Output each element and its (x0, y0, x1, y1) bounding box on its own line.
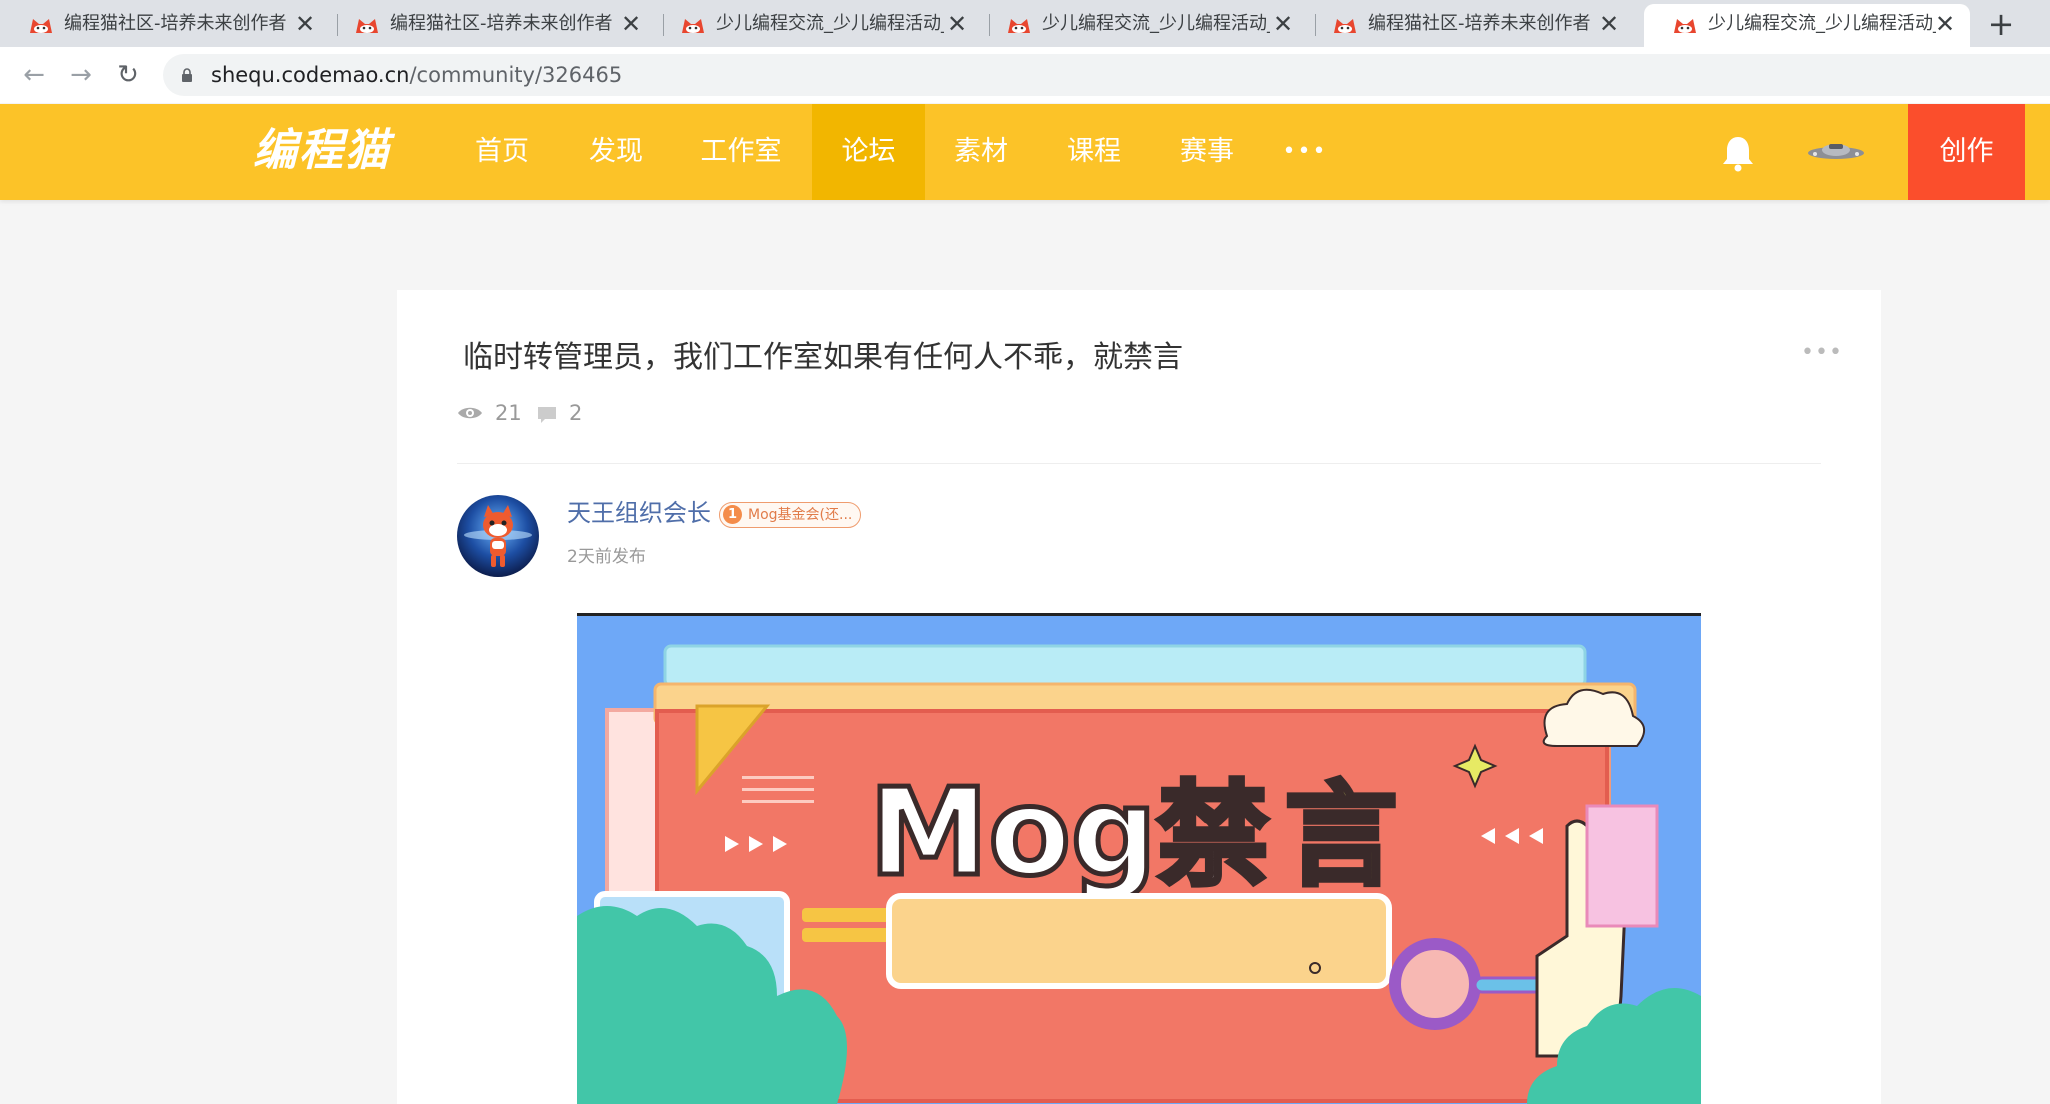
codemao-favicon-icon (682, 19, 704, 33)
lock-icon (182, 68, 192, 82)
new-tab-button[interactable]: + (1985, 4, 2017, 44)
tab-title: 编程猫社区-培养未来创作者 (64, 13, 287, 34)
fox-mascot-avatar (457, 495, 539, 577)
browser-tab[interactable]: 编程猫社区-培养未来创作者 ✕ (1304, 4, 1634, 47)
back-button[interactable]: ← (14, 55, 54, 95)
mog-mute-banner-image: Mog 禁 言 (577, 616, 1701, 1104)
forward-button[interactable]: → (61, 55, 101, 95)
browser-tab[interactable]: 编程猫社区-培养未来创作者 ✕ (0, 4, 330, 47)
codemao-favicon-icon (30, 19, 52, 33)
tab-close-icon[interactable]: ✕ (294, 4, 316, 44)
nav-item-studio[interactable]: 工作室 (686, 104, 796, 200)
banner-text-mute-1: 禁 (1157, 771, 1269, 901)
codemao-favicon-icon (1334, 19, 1356, 33)
eye-icon (458, 407, 482, 419)
nav-item-materials[interactable]: 素材 (937, 104, 1025, 200)
url-text: shequ.codemao.cn/community/326465 (211, 54, 622, 96)
tab-title: 少儿编程交流_少儿编程活动_ (716, 13, 944, 34)
browser-tab[interactable]: 编程猫社区-培养未来创作者 ✕ (326, 4, 656, 47)
nav-item-discover[interactable]: 发现 (572, 104, 660, 200)
nav-item-events[interactable]: 赛事 (1163, 104, 1251, 200)
browser-toolbar: ← → ↻ shequ.codemao.cn/community/326465 (0, 47, 2050, 103)
nav-item-home[interactable]: 首页 (458, 104, 546, 200)
banner-text-mog: Mog (869, 764, 1157, 903)
comment-icon (538, 407, 556, 423)
post-time: 2天前发布 (567, 547, 646, 567)
url-host: shequ.codemao.cn (211, 63, 410, 87)
url-path: /community/326465 (409, 63, 623, 87)
author-name[interactable]: 天王组织会长 (567, 496, 711, 530)
badge-text: Mog基金会(还... (748, 507, 853, 523)
tab-title: 少儿编程交流_少儿编程活动_ (1042, 13, 1270, 34)
tab-close-icon[interactable]: ✕ (946, 4, 968, 44)
nav-item-forum[interactable]: 论坛 (812, 104, 925, 200)
browser-tab[interactable]: 少儿编程交流_少儿编程活动_ ✕ (652, 4, 982, 47)
comment-count: 2 (569, 401, 583, 425)
post-banner-image[interactable]: Mog 禁 言 (577, 613, 1701, 1104)
nav-more-icon[interactable]: ••• (1270, 104, 1340, 200)
post-card: 临时转管理员，我们工作室如果有任何人不乖，就禁言 ••• 21 2 天王组织会长… (397, 290, 1881, 1104)
user-avatar[interactable] (1805, 139, 1867, 165)
tab-close-icon[interactable]: ✕ (1272, 4, 1294, 44)
codemao-favicon-icon (1674, 19, 1696, 33)
tab-close-icon[interactable]: ✕ (1598, 4, 1620, 44)
reload-button[interactable]: ↻ (108, 55, 148, 95)
browser-tab[interactable]: 少儿编程交流_少儿编程活动_ ✕ (978, 4, 1308, 47)
browser-tab-strip: 编程猫社区-培养未来创作者 ✕ 编程猫社区-培养未来创作者 ✕ 少儿编程交流_少… (0, 0, 2050, 47)
bell-icon[interactable] (1720, 134, 1756, 172)
tab-close-icon[interactable]: ✕ (1934, 4, 1956, 44)
author-avatar[interactable] (457, 495, 539, 577)
codemao-favicon-icon (1008, 19, 1030, 33)
post-title: 临时转管理员，我们工作室如果有任何人不乖，就禁言 (463, 340, 1183, 375)
post-more-icon[interactable]: ••• (1801, 342, 1843, 364)
address-bar[interactable]: shequ.codemao.cn/community/326465 (163, 54, 2050, 96)
site-header: 编程猫 首页 发现 工作室 论坛 素材 课程 赛事 ••• 创作 (0, 104, 2050, 200)
banner-text-mute-2: 言 (1285, 771, 1397, 901)
divider (457, 463, 1821, 464)
tab-close-icon[interactable]: ✕ (620, 4, 642, 44)
tab-title: 少儿编程交流_少儿编程活动_ (1708, 13, 1936, 34)
badge-level-icon: 1 (723, 505, 742, 524)
author-badge[interactable]: 1 Mog基金会(还... (719, 502, 862, 528)
browser-tab-active[interactable]: 少儿编程交流_少儿编程活动_ ✕ (1644, 4, 1970, 47)
tab-title: 编程猫社区-培养未来创作者 (1368, 13, 1591, 34)
view-count: 21 (495, 401, 522, 425)
create-button[interactable]: 创作 (1908, 104, 2025, 200)
nav-item-courses[interactable]: 课程 (1050, 104, 1138, 200)
tab-title: 编程猫社区-培养未来创作者 (390, 13, 613, 34)
site-logo[interactable]: 编程猫 (253, 126, 391, 176)
codemao-favicon-icon (356, 19, 378, 33)
